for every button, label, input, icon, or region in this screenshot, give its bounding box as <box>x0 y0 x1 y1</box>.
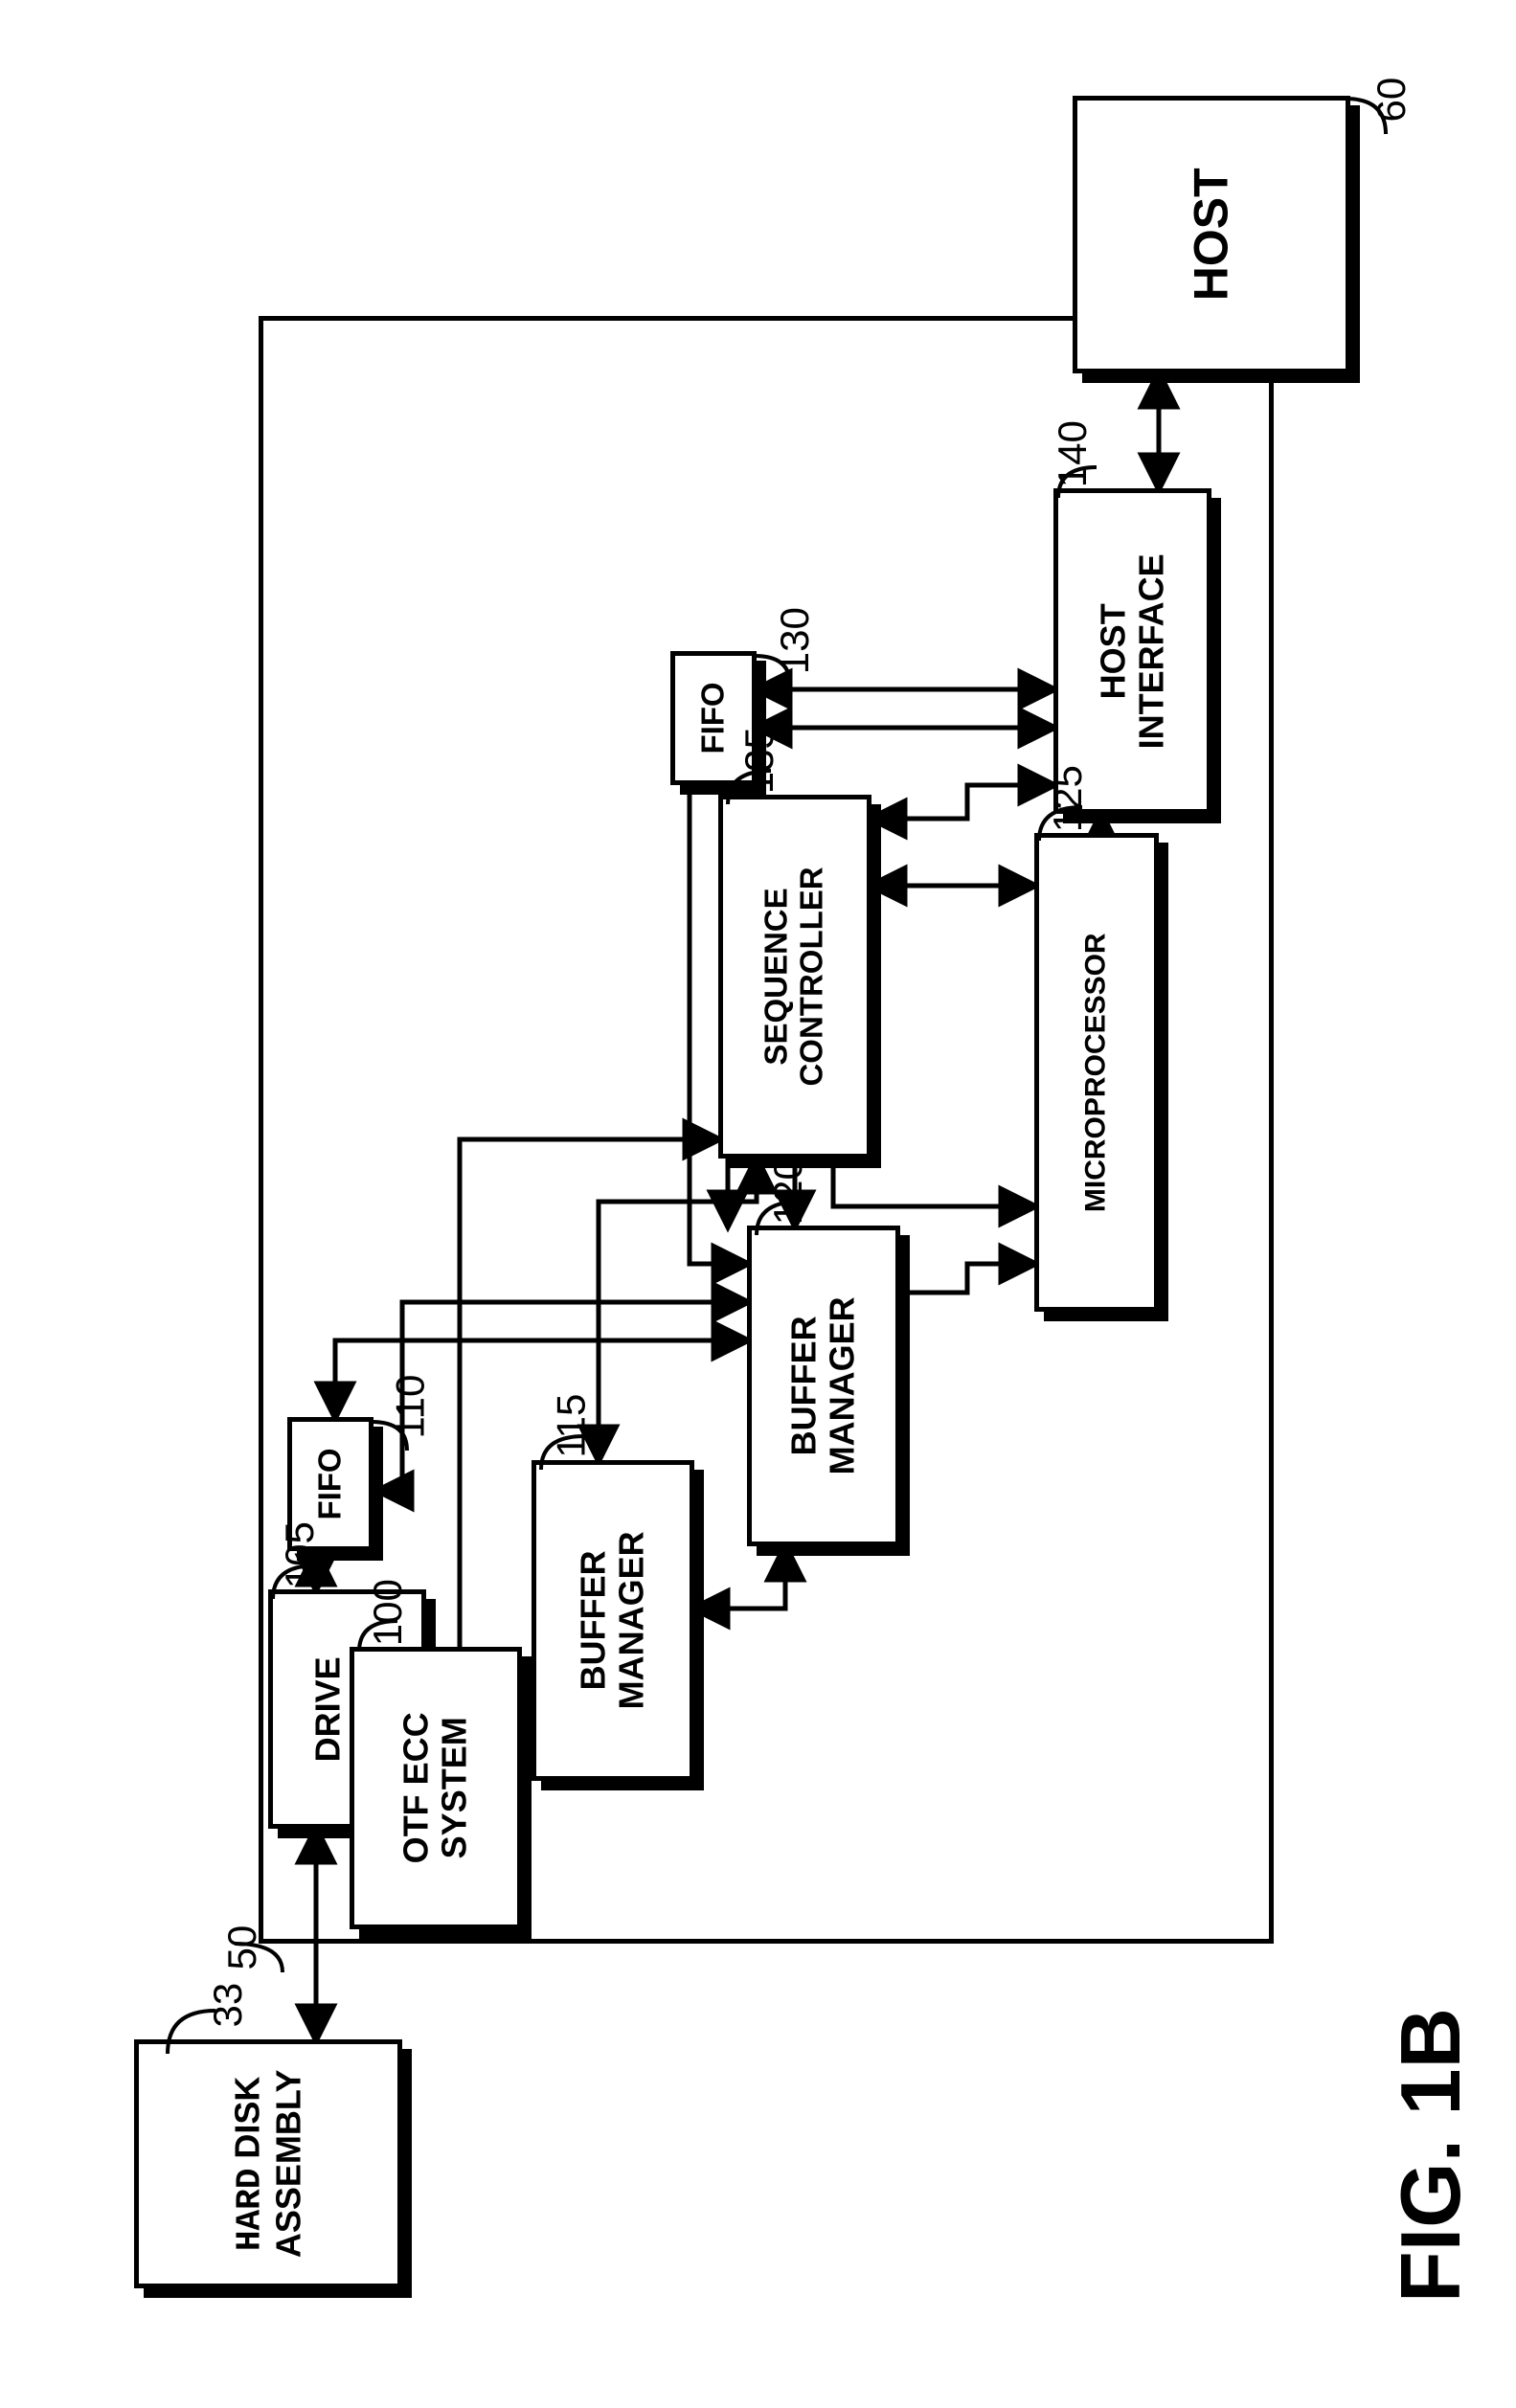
block-host: HOST <box>1073 96 1350 373</box>
leader-33 <box>163 2006 220 2059</box>
leader-110 <box>369 1417 412 1455</box>
leader-125 <box>1034 802 1087 845</box>
block-otf-ecc: OTF ECCSYSTEM <box>350 1647 522 1929</box>
block-microprocessor: MICROPROCESSOR <box>1034 833 1159 1312</box>
leader-130 <box>752 651 795 689</box>
fifo1-label: FIFO <box>312 1448 349 1519</box>
block-buffer-manager-120: BUFFERMANAGER <box>747 1226 900 1546</box>
block-sequence-controller: SEQUENCECONTROLLER <box>718 795 871 1159</box>
leader-60 <box>1343 96 1391 139</box>
leader-50 <box>230 1939 287 1977</box>
hda-label: HARD DISK ASSEMBLY <box>228 2070 308 2259</box>
diagram-page: HARD DISK ASSEMBLY HOST DRIVELOGIC FIFO … <box>0 0 1516 2408</box>
micro-label: MICROPROCESSOR <box>1080 933 1114 1212</box>
leader-105 <box>268 1561 321 1604</box>
leader-100 <box>354 1618 402 1656</box>
leader-115 <box>536 1431 589 1474</box>
block-buffer-manager-115: BUFFERMANAGER <box>532 1460 694 1781</box>
otf-label: OTF ECCSYSTEM <box>397 1713 475 1864</box>
block-hard-disk-assembly: HARD DISK ASSEMBLY <box>134 2039 402 2288</box>
leader-140 <box>1053 464 1101 503</box>
bm2-label: BUFFERMANAGER <box>785 1297 863 1475</box>
leader-120 <box>752 1197 804 1240</box>
bm1-label: BUFFERMANAGER <box>575 1532 652 1710</box>
leader-135 <box>723 766 776 809</box>
hostif-label: HOSTINTERFACE <box>1094 553 1171 749</box>
seq-label: SEQUENCECONTROLLER <box>759 866 830 1086</box>
figure-label: FIG. 1B <box>1382 2008 1480 2303</box>
host-label: HOST <box>1184 169 1239 302</box>
